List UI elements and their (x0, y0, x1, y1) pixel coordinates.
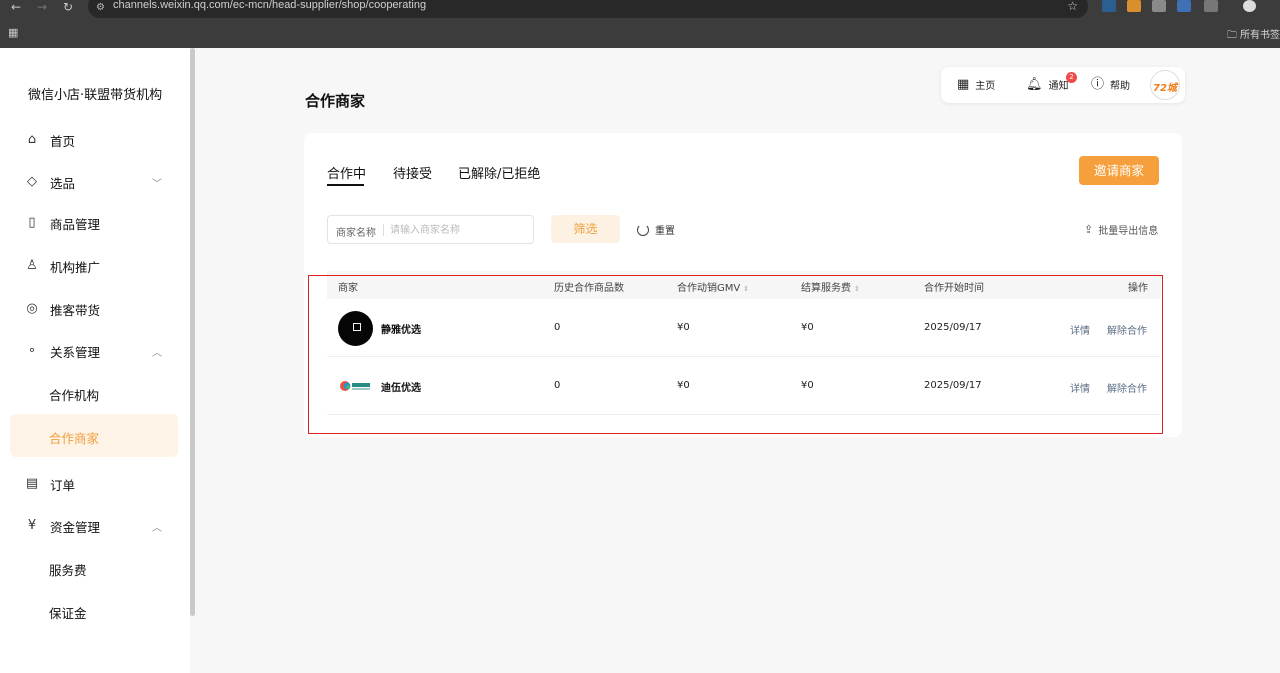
tab-ended[interactable]: 已解除/已拒绝 (458, 163, 540, 182)
annotation-highlight-box (308, 275, 1163, 434)
help-icon: ⓘ (1091, 76, 1105, 92)
filter-button[interactable]: 筛选 (551, 215, 620, 243)
sidebar-sub-deposit[interactable]: 保证金 (49, 603, 87, 622)
bag-icon: ▯ (28, 215, 36, 230)
sidebar: 微信小店·联盟带货机构 ⌂ 首页 ◇ 选品 ﹀ ▯ 商品管理 ♙ 机构推广 ◎ … (0, 48, 190, 673)
reset-icon (637, 223, 649, 236)
sidebar-sub-partner-merchants[interactable]: 合作商家 (49, 428, 99, 447)
back-icon[interactable]: ← (8, 0, 24, 14)
help-label: 帮助 (1110, 81, 1131, 92)
sidebar-sub-service-fee[interactable]: 服务费 (49, 560, 87, 579)
brand-title: 微信小店·联盟带货机构 (28, 88, 163, 103)
merchant-name-filter: 商家名称 (327, 215, 534, 244)
tab-pending[interactable]: 待接受 (393, 163, 432, 182)
sidebar-item-label: 订单 (50, 477, 76, 493)
sidebar-item-selection[interactable]: ◇ 选品 ﹀ (24, 172, 162, 192)
sidebar-item-label: 选品 (50, 175, 76, 191)
profile-icon[interactable] (1243, 0, 1256, 12)
avatar[interactable]: 72城 (1150, 70, 1180, 100)
sidebar-sub-partner-orgs[interactable]: 合作机构 (49, 385, 99, 404)
sidebar-item-orders[interactable]: ▤ 订单 (24, 474, 75, 494)
sidebar-item-label: 首页 (50, 133, 76, 149)
sidebar-scrollbar[interactable] (190, 48, 195, 616)
sidebar-item-label: 推客带货 (50, 302, 101, 318)
bookmark-star-icon[interactable]: ☆ (1067, 0, 1078, 13)
export-label: 批量导出信息 (1098, 226, 1159, 237)
site-settings-icon[interactable]: ⚙ (96, 2, 108, 14)
qr-grid-icon: ▦ (957, 76, 970, 92)
forward-icon[interactable]: → (34, 0, 50, 14)
sidebar-item-relations[interactable]: ∘ 关系管理 ︿ (24, 341, 162, 361)
extension-icon[interactable] (1127, 0, 1141, 12)
reset-label: 重置 (655, 226, 675, 237)
sidebar-item-label: 资金管理 (50, 519, 101, 535)
sidebar-item-promoters[interactable]: ◎ 推客带货 (24, 299, 100, 319)
extension-icon[interactable] (1152, 0, 1166, 12)
relation-icon: ∘ (27, 343, 37, 358)
extension-icon[interactable] (1102, 0, 1116, 12)
sidebar-item-products[interactable]: ▯ 商品管理 (24, 213, 100, 233)
invite-merchant-button[interactable]: 邀请商家 (1079, 156, 1159, 185)
sidebar-item-label: 机构推广 (50, 259, 101, 275)
help-link[interactable]: ⓘ 帮助 (1091, 77, 1130, 92)
home-link[interactable]: ▦ 主页 (957, 77, 995, 92)
sidebar-item-promotion[interactable]: ♙ 机构推广 (24, 256, 100, 276)
bell-icon: 🔔︎ (1026, 76, 1043, 92)
notifications-link[interactable]: 🔔︎ 通知 (1026, 77, 1069, 92)
sidebar-item-label: 商品管理 (50, 216, 101, 232)
top-user-bar: ▦ 主页 🔔︎ 通知 2 ⓘ 帮助 72城 (941, 67, 1185, 103)
all-bookmarks-label: 所有书签 (1240, 30, 1280, 41)
tag-icon: ◇ (27, 174, 37, 189)
home-link-label: 主页 (975, 81, 996, 92)
order-icon: ▤ (25, 476, 39, 491)
chevron-up-icon: ︿ (152, 522, 162, 534)
address-bar[interactable]: ⚙ channels.weixin.qq.com/ec-mcn/head-sup… (88, 0, 1088, 18)
reset-button[interactable]: 重置 (637, 222, 675, 237)
share-icon: ◎ (26, 301, 38, 316)
tab-cooperating[interactable]: 合作中 (327, 163, 366, 182)
chevron-up-icon: ︿ (152, 347, 162, 359)
home-icon: ⌂ (27, 132, 37, 147)
chevron-down-icon: ﹀ (152, 178, 162, 190)
filter-label: 商家名称 (336, 228, 376, 239)
extensions-puzzle-icon[interactable] (1204, 0, 1218, 12)
page-title: 合作商家 (305, 92, 366, 110)
filter-separator (383, 224, 384, 236)
sidebar-item-label: 关系管理 (50, 344, 101, 360)
user-promote-icon: ♙ (26, 258, 38, 273)
merchant-name-input[interactable] (390, 222, 528, 238)
url-text: channels.weixin.qq.com/ec-mcn/head-suppl… (113, 0, 427, 11)
extension-icon[interactable] (1177, 0, 1191, 12)
active-tab-indicator (327, 184, 364, 186)
yuan-icon: ¥ (27, 518, 37, 533)
export-icon: ⇪ (1084, 223, 1094, 236)
browser-chrome: ← → ↻ ⚙ channels.weixin.qq.com/ec-mcn/he… (0, 0, 1280, 48)
sidebar-item-funds[interactable]: ¥ 资金管理 ︿ (24, 516, 162, 536)
export-button[interactable]: ⇪ 批量导出信息 (1084, 222, 1158, 237)
notification-badge: 2 (1066, 72, 1077, 83)
reload-icon[interactable]: ↻ (60, 0, 76, 14)
avatar-logo-text: 72城 (1153, 83, 1177, 94)
all-bookmarks[interactable]: 🗀 所有书签 (1227, 26, 1280, 45)
sidebar-item-home[interactable]: ⌂ 首页 (24, 130, 75, 150)
apps-grid-icon[interactable]: ▦ (8, 27, 20, 39)
